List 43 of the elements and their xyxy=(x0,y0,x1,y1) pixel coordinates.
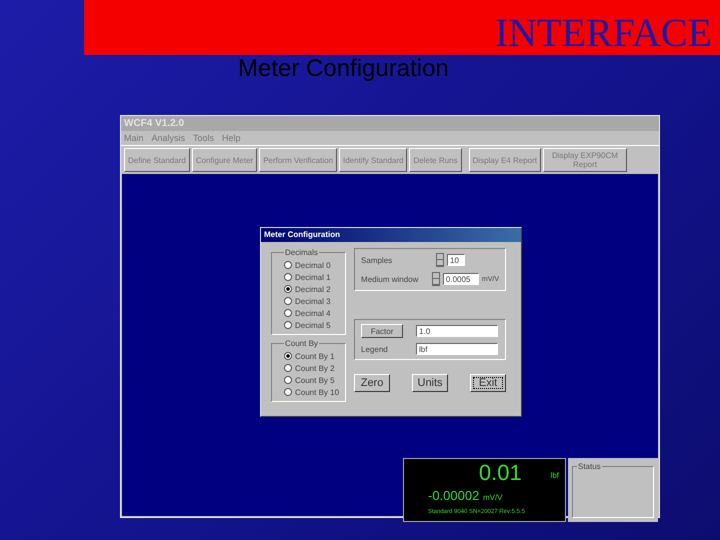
dialog-button[interactable]: Units xyxy=(412,374,448,392)
legend-field[interactable]: lbf xyxy=(416,343,498,355)
radio-option[interactable]: Decimal 3 xyxy=(284,295,331,307)
radio-label: Count By 1 xyxy=(295,352,335,360)
meter-unit: lbf xyxy=(550,470,559,480)
radio-label: Decimal 4 xyxy=(295,308,331,318)
radio-label: Decimal 2 xyxy=(295,284,331,294)
radio-option[interactable]: Decimal 5 xyxy=(284,319,331,331)
radio-option[interactable]: Count By 1 xyxy=(284,350,335,362)
group-label: Decimals xyxy=(284,248,319,257)
radio-option[interactable]: Decimal 4 xyxy=(284,307,331,319)
radio-option[interactable]: Count By 2 xyxy=(284,362,335,374)
slide-subtitle: Meter Configuration xyxy=(238,55,449,83)
field-label: Samples xyxy=(361,256,394,264)
field-label: Medium window xyxy=(361,274,420,284)
radio-option[interactable]: Decimal 1 xyxy=(284,271,331,283)
window-title: WCF4 V1.2.0 xyxy=(121,116,659,131)
radio-label: Count By 2 xyxy=(295,364,335,372)
radio-label: Decimal 5 xyxy=(295,320,331,330)
meter-reading: 0.01 xyxy=(478,461,523,487)
window-field[interactable]: 0.0005 xyxy=(442,273,479,285)
spinner-icon[interactable] xyxy=(432,272,440,286)
slide-heading: INTERFACE xyxy=(494,11,712,55)
factor-field[interactable]: 1.0 xyxy=(416,325,498,337)
radio-label: Count By 10 xyxy=(295,388,340,396)
radio-option[interactable]: Decimal 0 xyxy=(284,259,331,271)
radio-option[interactable]: Count By 10 xyxy=(284,386,340,398)
dialog-title: Meter Configuration xyxy=(261,228,521,242)
field-label: Legend xyxy=(361,344,389,354)
dialog-button[interactable]: Exit xyxy=(470,374,506,392)
radio-label: Decimal 1 xyxy=(295,272,331,282)
dialog-button[interactable]: Zero xyxy=(354,374,390,392)
radio-option[interactable]: Decimal 2 xyxy=(284,283,331,295)
radio-option[interactable]: Count By 5 xyxy=(284,374,335,386)
radio-label: Count By 5 xyxy=(295,376,335,384)
group-label: Count By xyxy=(284,339,319,348)
spinner-icon[interactable] xyxy=(436,253,444,267)
group-label: Status xyxy=(577,462,602,471)
signal-reading: -0.00002 mV/V xyxy=(427,489,504,505)
factor-button[interactable]: Factor xyxy=(361,324,404,338)
radio-label: Decimal 3 xyxy=(295,296,331,306)
radio-label: Decimal 0 xyxy=(295,260,331,270)
samples-field[interactable]: 10 xyxy=(447,254,466,266)
